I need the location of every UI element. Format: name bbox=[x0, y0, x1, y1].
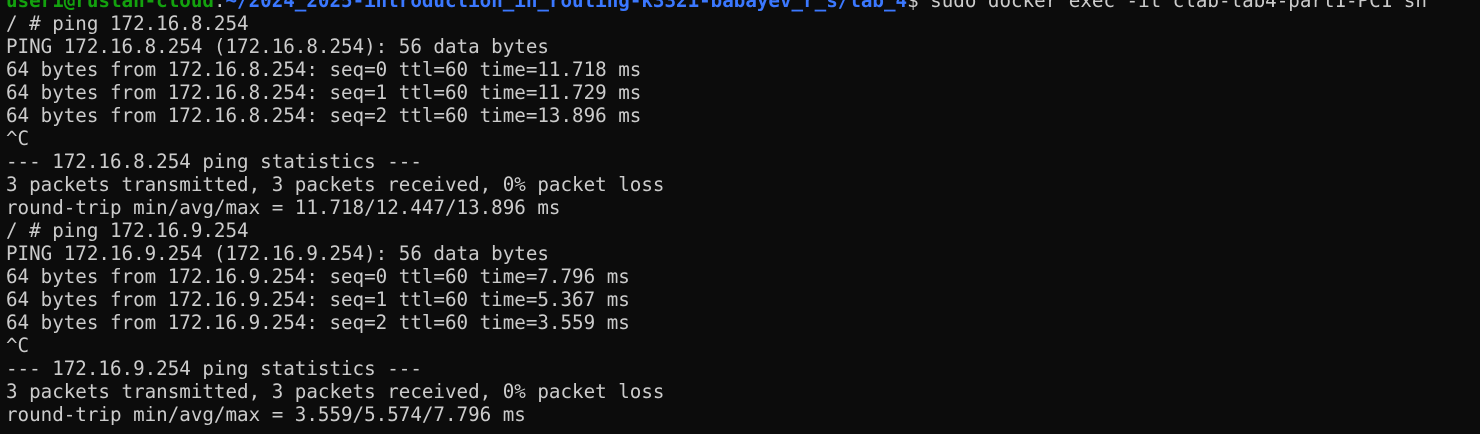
output-line: 64 bytes from 172.16.8.254: seq=2 ttl=60… bbox=[6, 104, 642, 127]
prompt-colon: : bbox=[213, 0, 226, 12]
output-line: 64 bytes from 172.16.8.254: seq=0 ttl=60… bbox=[6, 58, 642, 81]
output-line: 3 packets transmitted, 3 packets receive… bbox=[6, 380, 665, 403]
output-line: 64 bytes from 172.16.9.254: seq=1 ttl=60… bbox=[6, 288, 630, 311]
prompt-line: user1@ruslan-cloud:~/2024_2025-introduct… bbox=[6, 0, 1480, 12]
output-line: round-trip min/avg/max = 3.559/5.574/7.7… bbox=[6, 403, 526, 426]
prompt-dollar: $ bbox=[907, 0, 919, 12]
prompt-command: sudo docker exec -it clab-lab4-part1-PC1… bbox=[918, 0, 1427, 12]
prompt-path: ~/2024_2025-introduction_in_routing-k332… bbox=[225, 0, 908, 12]
output-line: --- 172.16.8.254 ping statistics --- bbox=[6, 150, 422, 173]
output-line: PING 172.16.8.254 (172.16.8.254): 56 dat… bbox=[6, 35, 549, 58]
output-line: 3 packets transmitted, 3 packets receive… bbox=[6, 173, 665, 196]
output-line: PING 172.16.9.254 (172.16.9.254): 56 dat… bbox=[6, 242, 549, 265]
output-line: ^C bbox=[6, 127, 30, 150]
output-line: --- 172.16.9.254 ping statistics --- bbox=[6, 357, 422, 380]
output-line: 64 bytes from 172.16.8.254: seq=1 ttl=60… bbox=[6, 81, 642, 104]
prompt-user-host: user1@ruslan-cloud bbox=[6, 0, 214, 12]
output-line: / # ping 172.16.8.254 bbox=[6, 12, 249, 35]
output-line: 64 bytes from 172.16.9.254: seq=2 ttl=60… bbox=[6, 311, 630, 334]
output-line: round-trip min/avg/max = 11.718/12.447/1… bbox=[6, 196, 561, 219]
output-line: 64 bytes from 172.16.9.254: seq=0 ttl=60… bbox=[6, 265, 630, 288]
output-line: ^C bbox=[6, 334, 30, 357]
terminal-window[interactable]: user1@ruslan-cloud:~/2024_2025-introduct… bbox=[0, 0, 1480, 434]
output-line: / # ping 172.16.9.254 bbox=[6, 219, 249, 242]
